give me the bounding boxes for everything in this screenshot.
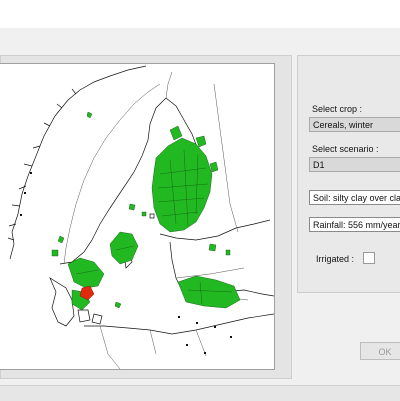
crop-area-finland xyxy=(151,137,213,233)
irrigated-checkbox[interactable] xyxy=(363,252,375,264)
bottom-bar xyxy=(0,385,400,401)
irrigated-label: Irrigated : xyxy=(316,254,355,264)
norway-fjords xyxy=(7,88,77,241)
crop-label: Select crop : xyxy=(312,104,363,114)
sweden-east-coast xyxy=(59,97,167,265)
central-europe-borders xyxy=(99,325,207,369)
map-graphic[interactable] xyxy=(0,64,274,369)
window-top-bar xyxy=(0,0,400,28)
sweden-finland-border xyxy=(165,71,173,99)
ok-button[interactable]: OK xyxy=(360,342,400,360)
crop-area-sweden-mid xyxy=(109,231,139,265)
soil-field: Soil: silty clay over cla xyxy=(309,190,400,205)
crop-select[interactable]: Cereals, winter xyxy=(309,117,400,132)
finland-russia-border xyxy=(213,83,239,233)
rainfall-field: Rainfall: 556 mm/year xyxy=(309,217,400,232)
norway-coast xyxy=(9,65,147,260)
crop-area-sweden-south xyxy=(67,257,105,289)
denmark-jutland xyxy=(49,277,75,327)
scenario-select[interactable]: D1 xyxy=(309,157,400,172)
scenario-map[interactable] xyxy=(0,63,275,370)
scenario-label: Select scenario : xyxy=(312,144,379,154)
danish-islands xyxy=(77,309,103,325)
norway-sweden-border xyxy=(63,83,161,265)
crop-areas[interactable] xyxy=(51,111,241,311)
